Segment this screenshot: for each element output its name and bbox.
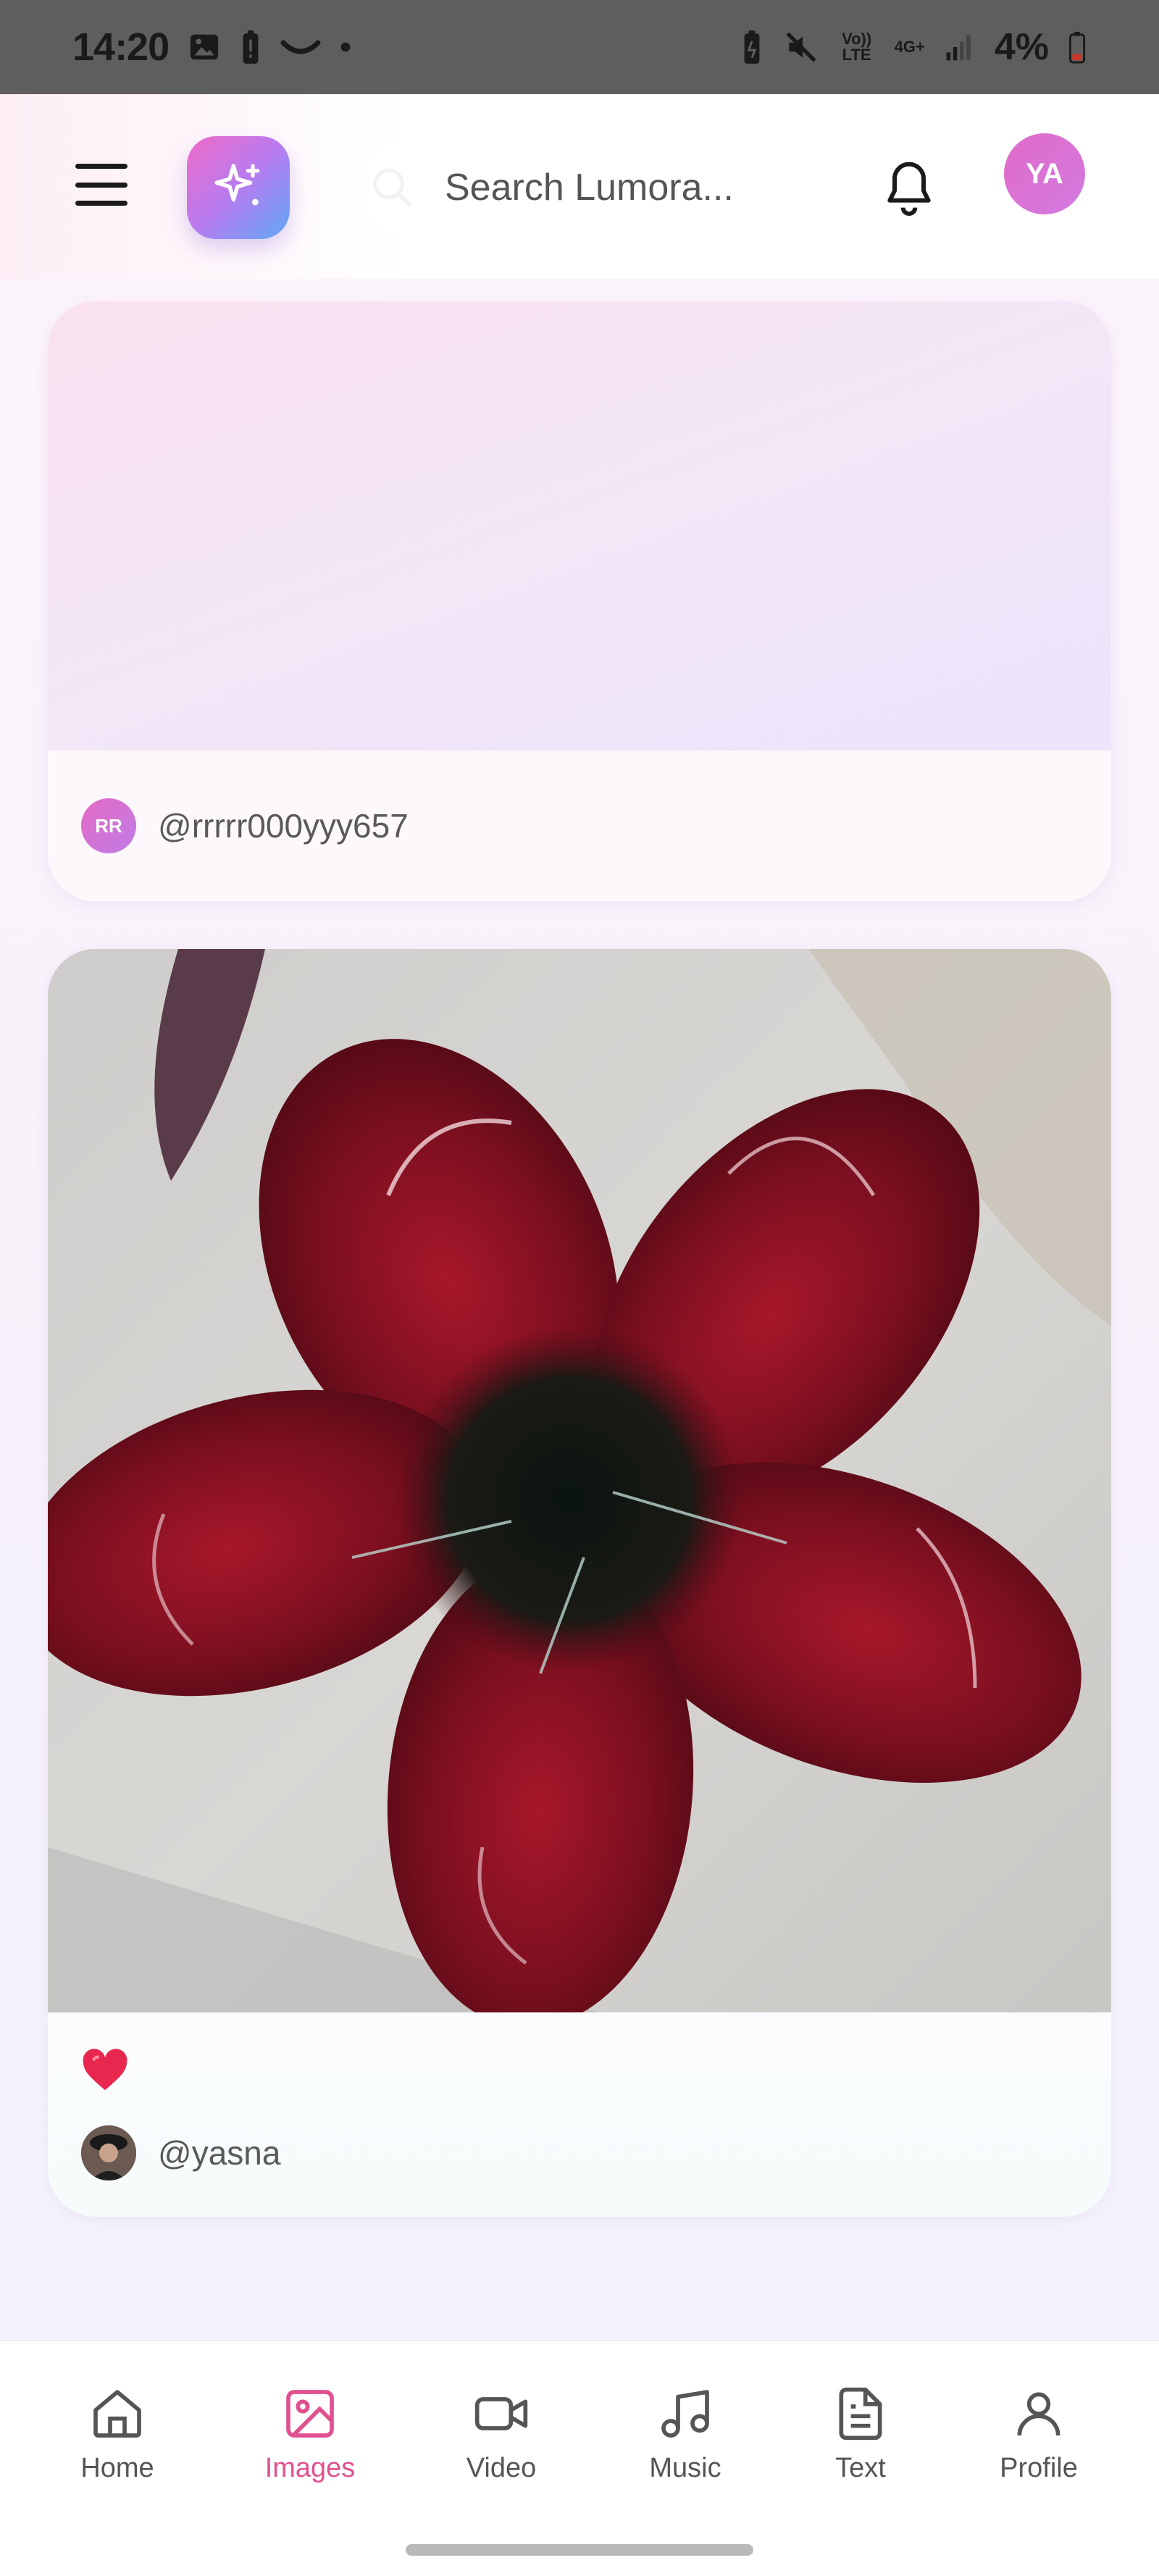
mute-icon (783, 29, 819, 65)
nav-images[interactable]: Images (230, 2385, 390, 2484)
menu-line (75, 164, 127, 169)
nav-music[interactable]: Music (606, 2385, 765, 2484)
nav-profile[interactable]: Profile (959, 2385, 1118, 2484)
search-icon (373, 168, 412, 207)
heart-icon[interactable] (81, 2049, 129, 2092)
post-meta: RR @rrrrr000yyy657 (48, 750, 1111, 901)
battery-alert-icon (240, 29, 261, 65)
user-icon (1017, 2392, 1060, 2436)
menu-line (75, 201, 127, 206)
post-media[interactable] (48, 949, 1111, 2012)
flower-photo (48, 949, 1111, 2012)
author-avatar[interactable]: RR (81, 798, 136, 853)
volte-label: Vo)) LTE (842, 30, 872, 64)
post-card[interactable]: RR @rrrrr000yyy657 (48, 301, 1111, 901)
nav-home[interactable]: Home (38, 2385, 197, 2484)
bell-icon (887, 162, 931, 216)
image-icon (188, 30, 221, 64)
status-bar: 14:20 Vo)) LTE 4G+ 4% (0, 0, 1159, 94)
menu-line (75, 182, 127, 188)
nav-video[interactable]: Video (422, 2385, 581, 2484)
status-right: Vo)) LTE 4G+ 4% (740, 25, 1087, 69)
nav-label-music: Music (649, 2453, 721, 2483)
music-icon (661, 2390, 709, 2438)
search-input[interactable] (445, 166, 821, 209)
battery-low-icon (1068, 30, 1087, 64)
app-header: YA (0, 94, 1159, 279)
nav-label-profile: Profile (1000, 2453, 1078, 2483)
nav-label-text: Text (835, 2453, 886, 2483)
post-media[interactable] (48, 301, 1111, 750)
hamburger-menu-icon[interactable] (72, 159, 130, 210)
network-type-label: 4G+ (894, 38, 925, 56)
bottom-nav: Home Images Video Music Text Profile (0, 2340, 1159, 2576)
post-meta: @yasna (48, 2012, 1111, 2217)
nav-label-images: Images (264, 2453, 356, 2483)
author-row[interactable]: RR @rrrrr000yyy657 (81, 798, 409, 853)
status-left: 14:20 (72, 25, 351, 70)
nav-label-video: Video (466, 2453, 537, 2483)
home-icon (93, 2390, 141, 2438)
author-row[interactable]: @yasna (81, 2125, 280, 2180)
author-handle[interactable]: @rrrrr000yyy657 (158, 806, 409, 845)
sparkle-icon (214, 164, 260, 206)
nav-text[interactable]: Text (781, 2385, 940, 2484)
profile-photo (81, 2125, 136, 2180)
dot-icon (340, 41, 351, 53)
home-indicator[interactable] (406, 2544, 753, 2556)
image-icon (286, 2390, 334, 2438)
create-button[interactable] (187, 136, 290, 239)
nav-label-home: Home (80, 2453, 154, 2483)
user-avatar-button[interactable]: YA (1004, 133, 1085, 214)
search-bar[interactable] (362, 136, 826, 239)
document-icon (839, 2387, 882, 2441)
author-avatar[interactable] (81, 2125, 136, 2180)
status-time: 14:20 (72, 25, 170, 69)
battery-saver-icon (740, 29, 764, 65)
battery-percent: 4% (994, 26, 1049, 68)
signal-icon (944, 31, 976, 63)
post-card[interactable]: @yasna (48, 949, 1111, 2217)
video-icon (474, 2397, 528, 2430)
notifications-button[interactable] (880, 156, 938, 221)
author-handle[interactable]: @yasna (158, 2133, 280, 2173)
smile-icon (280, 36, 321, 58)
